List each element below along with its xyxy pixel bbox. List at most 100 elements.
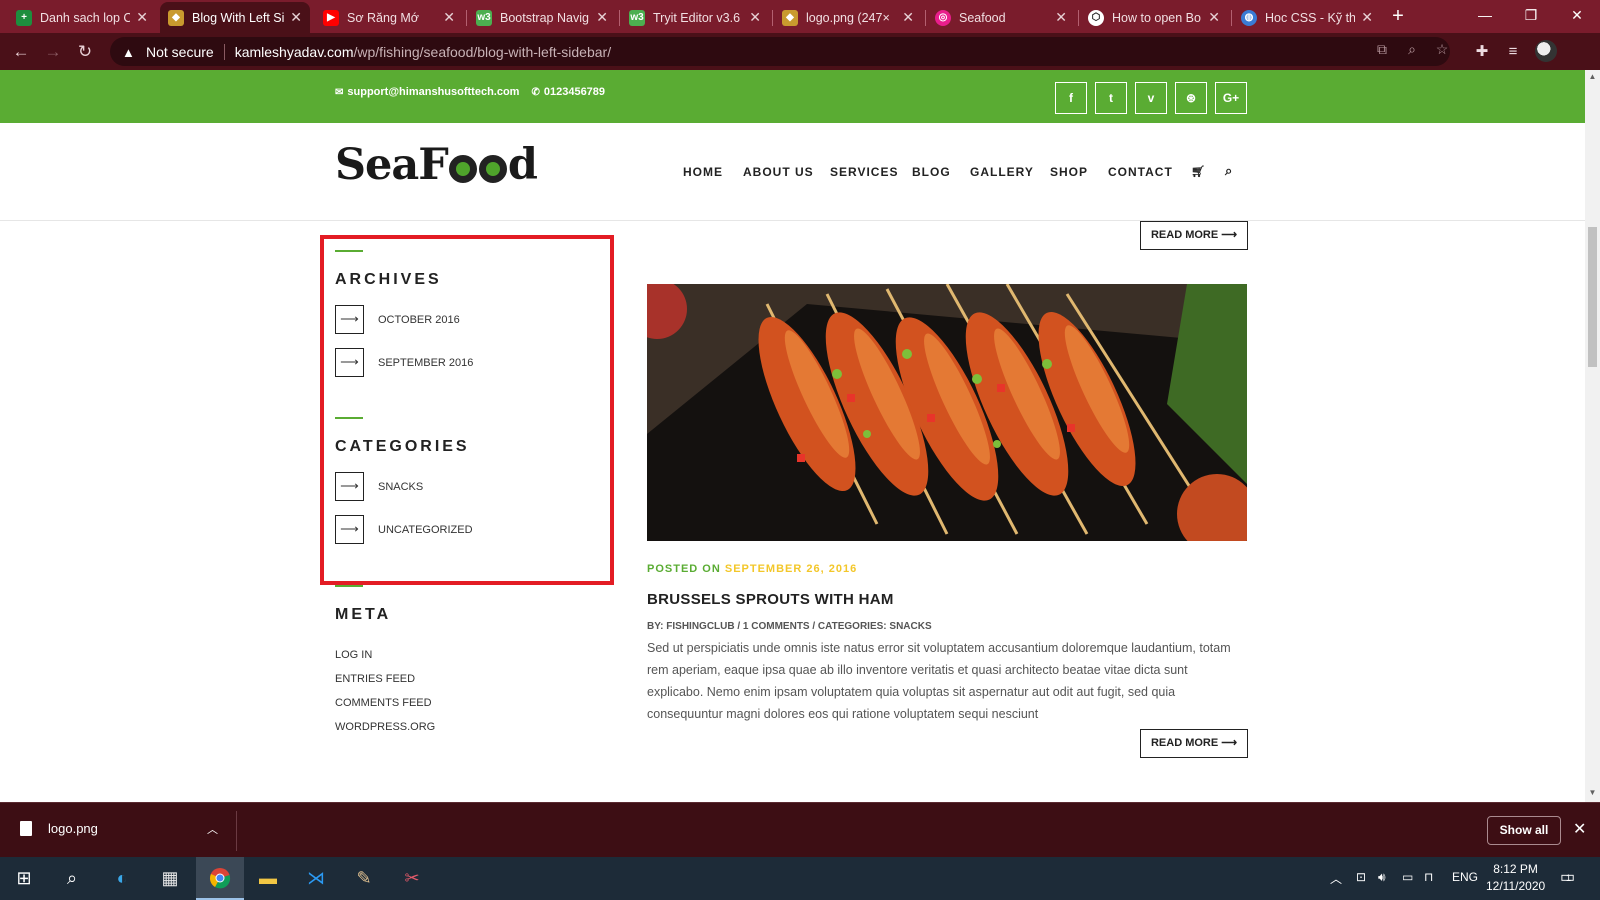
scroll-down-icon[interactable]: ▼ bbox=[1585, 788, 1600, 797]
widget-divider bbox=[335, 585, 363, 587]
reload-icon[interactable]: ↻ bbox=[74, 41, 96, 63]
google-plus-icon[interactable]: G+ bbox=[1215, 82, 1247, 114]
address-bar[interactable]: ▲ Not secure kamleshyadav.com/wp/fishing… bbox=[110, 37, 1450, 66]
dribbble-icon[interactable]: ⊛ bbox=[1175, 82, 1207, 114]
close-icon[interactable]: ✕ bbox=[1573, 819, 1586, 839]
facebook-icon[interactable]: f bbox=[1055, 82, 1087, 114]
tab-seafood[interactable]: ◎ Seafood ✕ bbox=[927, 2, 1075, 33]
nav-shop[interactable]: SHOP bbox=[1050, 165, 1088, 179]
search-icon[interactable]: ⌕ bbox=[48, 857, 96, 900]
tab-youtube[interactable]: ▶ Sơ Răng Mớ ✕ bbox=[315, 2, 463, 33]
windows-start-icon[interactable]: ⊞ bbox=[0, 857, 48, 900]
meta-link-wordpress[interactable]: WORDPRESS.ORG bbox=[335, 721, 615, 734]
nav-gallery[interactable]: GALLERY bbox=[970, 165, 1034, 179]
address-divider bbox=[223, 43, 225, 60]
tab-strip: + Danh sach lop C ✕ ◆ Blog With Left Si … bbox=[0, 0, 1600, 33]
logo-o-icon bbox=[478, 155, 507, 183]
tab-how-to-open[interactable]: ⬡ How to open Bo ✕ bbox=[1080, 2, 1228, 33]
download-divider bbox=[236, 811, 237, 851]
tab-title: Blog With Left Si bbox=[192, 10, 285, 25]
close-icon[interactable]: ✕ bbox=[136, 9, 148, 26]
close-icon[interactable]: ✕ bbox=[1055, 9, 1067, 26]
page-scrollbar[interactable]: ▲ ▼ bbox=[1585, 70, 1600, 802]
contact-phone[interactable]: 0123456789 bbox=[544, 86, 605, 98]
media-controls-icon[interactable]: ≡ bbox=[1502, 41, 1524, 63]
posted-on-label: POSTED ON bbox=[647, 563, 721, 575]
cart-icon[interactable]: 🛒︎ bbox=[1191, 165, 1206, 178]
close-icon[interactable]: ✕ bbox=[1361, 9, 1373, 26]
vimeo-icon[interactable]: v bbox=[1135, 82, 1167, 114]
close-icon[interactable]: ✕ bbox=[443, 9, 455, 26]
scrollbar-thumb[interactable] bbox=[1588, 227, 1597, 367]
tab-danh-sach[interactable]: + Danh sach lop C ✕ bbox=[8, 2, 156, 33]
nav-services[interactable]: SERVICES bbox=[830, 165, 898, 179]
scroll-up-icon[interactable]: ▲ bbox=[1585, 72, 1600, 81]
chrome-icon[interactable] bbox=[196, 857, 244, 900]
site-logo[interactable]: SeaF d bbox=[335, 140, 538, 190]
meta-link-comments-feed[interactable]: COMMENTS FEED bbox=[335, 697, 615, 710]
close-icon[interactable]: ✕ bbox=[749, 9, 761, 26]
meta-link-login[interactable]: LOG IN bbox=[335, 649, 615, 662]
tab-blog-with-left-sidebar[interactable]: ◆ Blog With Left Si ✕ bbox=[160, 2, 310, 33]
back-icon[interactable]: ← bbox=[10, 41, 32, 63]
clock[interactable]: 8:12 PM 12/11/2020 bbox=[1486, 861, 1545, 895]
seafood-icon: ◎ bbox=[935, 9, 951, 26]
forward-icon[interactable]: → bbox=[42, 41, 64, 63]
close-icon[interactable]: ✕ bbox=[1208, 9, 1220, 26]
network-status-icon[interactable]: ⊡ bbox=[1356, 870, 1366, 884]
snip-tool-icon[interactable]: ✂ bbox=[388, 857, 436, 900]
close-icon[interactable]: ✕ bbox=[596, 9, 608, 26]
paint-icon[interactable]: ✎ bbox=[340, 857, 388, 900]
windows-taskbar: ⊞ ⌕ ◐ ▦ ▬ ⋊ ✎ ✂ ︿ ⊡ 🔊︎ ▭ ⊓ ENG 8:12 PM 1… bbox=[0, 857, 1600, 900]
notifications-icon[interactable]: ▭ 1 bbox=[1560, 867, 1575, 887]
read-more-button[interactable]: READ MORE ⟶ bbox=[1140, 729, 1248, 758]
language-indicator[interactable]: ENG bbox=[1452, 870, 1478, 884]
vscode-icon[interactable]: ⋊ bbox=[292, 857, 340, 900]
store-icon[interactable]: ▦ bbox=[146, 857, 194, 900]
zoom-icon[interactable]: ⌕ bbox=[1402, 41, 1422, 61]
tab-title: Sơ Răng Mớ bbox=[347, 10, 419, 25]
meta-link-entries-feed[interactable]: ENTRIES FEED bbox=[335, 673, 615, 686]
page-viewport: ✉ support@himanshusofttech.com ✆ 012345678… bbox=[0, 70, 1585, 802]
nav-home[interactable]: HOME bbox=[683, 165, 723, 179]
read-more-button[interactable]: READ MORE ⟶ bbox=[1140, 221, 1248, 250]
nav-blog[interactable]: BLOG bbox=[912, 165, 951, 179]
tab-hoc-css[interactable]: ◍ Hoc CSS - Kỹ thu ✕ bbox=[1233, 2, 1381, 33]
twitter-icon[interactable]: t bbox=[1095, 82, 1127, 114]
search-icon[interactable]: ⌕ bbox=[1225, 163, 1233, 179]
edge-icon[interactable]: ◐ bbox=[98, 857, 146, 900]
nav-contact[interactable]: CONTACT bbox=[1108, 165, 1173, 179]
file-explorer-icon[interactable]: ▬ bbox=[244, 857, 292, 900]
battery-icon[interactable]: ▭ bbox=[1402, 870, 1413, 884]
tab-separator bbox=[772, 10, 773, 26]
wifi-icon[interactable]: ⊓ bbox=[1424, 870, 1433, 884]
volume-icon[interactable]: 🔊︎ bbox=[1378, 870, 1386, 885]
extensions-icon[interactable]: ✚ bbox=[1471, 41, 1493, 63]
restore-icon[interactable]: ❐ bbox=[1508, 0, 1554, 30]
close-icon[interactable]: ✕ bbox=[290, 9, 302, 26]
tab-logo-png[interactable]: ◆ logo.png (247× ✕ bbox=[774, 2, 922, 33]
tab-bootstrap-navig[interactable]: w3 Bootstrap Navig ✕ bbox=[468, 2, 616, 33]
tab-separator bbox=[466, 10, 467, 26]
warning-icon: ▲ bbox=[122, 44, 135, 60]
fishing-icon: ◆ bbox=[168, 9, 184, 26]
contact-email[interactable]: support@himanshusofttech.com bbox=[347, 86, 519, 98]
chevron-up-icon[interactable]: ︿ bbox=[207, 821, 218, 837]
download-item[interactable]: logo.png bbox=[20, 821, 98, 836]
browser-toolbar: ← → ↻ ▲ Not secure kamleshyadav.com/wp/f… bbox=[0, 33, 1600, 70]
post-image[interactable] bbox=[647, 284, 1247, 541]
bookmark-star-icon[interactable]: ☆ bbox=[1432, 41, 1452, 61]
close-icon[interactable]: ✕ bbox=[902, 9, 914, 26]
profile-avatar[interactable] bbox=[1535, 40, 1557, 62]
tab-tryit-editor[interactable]: w3 Tryit Editor v3.6 ✕ bbox=[621, 2, 769, 33]
post-date[interactable]: SEPTEMBER 26, 2016 bbox=[725, 563, 857, 575]
new-tab-button[interactable]: + bbox=[1386, 6, 1410, 28]
translate-icon[interactable]: ⧉ bbox=[1372, 41, 1392, 61]
tray-chevron-icon[interactable]: ︿ bbox=[1330, 870, 1342, 887]
tab-separator bbox=[925, 10, 926, 26]
nav-about-us[interactable]: ABOUT US bbox=[743, 165, 814, 179]
show-all-button[interactable]: Show all bbox=[1487, 816, 1561, 845]
post-title[interactable]: BRUSSELS SPROUTS WITH HAM bbox=[647, 591, 894, 608]
window-close-icon[interactable]: ✕ bbox=[1554, 0, 1600, 30]
minimize-icon[interactable]: — bbox=[1462, 0, 1508, 30]
